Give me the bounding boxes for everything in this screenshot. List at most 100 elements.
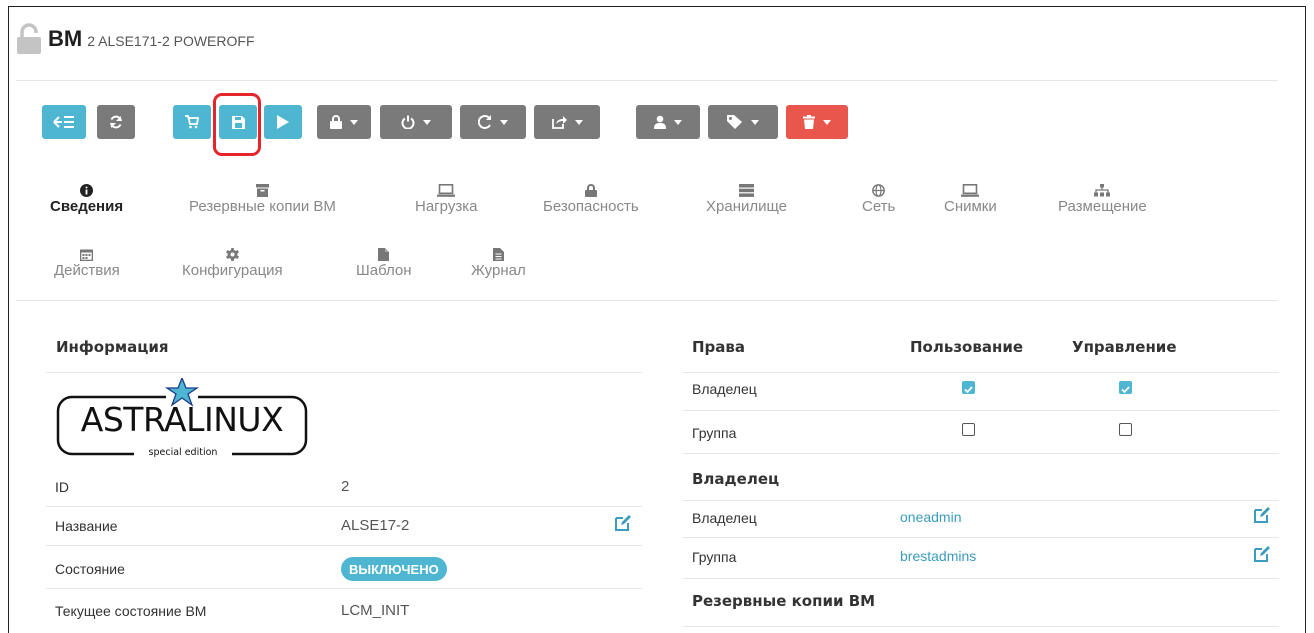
reboot-icon [478, 115, 491, 129]
group-link[interactable]: brestadmins [900, 548, 976, 564]
info-icon [80, 184, 94, 197]
user-dropdown[interactable] [636, 105, 700, 139]
chevron-down-icon [350, 119, 358, 125]
calendar-icon [80, 249, 94, 261]
group-manage-checkbox[interactable] [1119, 423, 1132, 436]
tab-storage[interactable]: Хранилище [706, 184, 787, 215]
ownership-label-owner: Владелец [692, 510, 757, 526]
back-list-icon [53, 116, 74, 128]
tab-label: Размещение [1058, 198, 1147, 215]
page-title: ВМ [48, 26, 83, 51]
file-icon [378, 248, 390, 261]
status-badge: ВЫКЛЮЧЕНО [341, 557, 447, 581]
power-dropdown[interactable] [380, 105, 452, 139]
group-use-checkbox[interactable] [962, 423, 975, 436]
deploy-button[interactable] [173, 105, 211, 139]
divider [683, 372, 1279, 373]
lock-icon [330, 115, 342, 129]
check-icon [964, 386, 973, 394]
tab-info[interactable]: Сведения [50, 184, 123, 215]
backups-title: Резервные копии ВМ [692, 592, 876, 610]
tab-log[interactable]: Журнал [471, 248, 526, 279]
tab-label: Нагрузка [415, 198, 478, 215]
save-button-highlight [213, 93, 261, 156]
tab-label: Сведения [50, 198, 124, 215]
tabs-divider [16, 300, 1278, 301]
permissions-col-manage: Управление [1072, 338, 1177, 356]
chevron-down-icon [574, 119, 583, 125]
info-label-lcm-state: Текущее состояние ВМ [55, 603, 207, 619]
ownership-title: Владелец [692, 470, 780, 488]
reboot-dropdown[interactable] [460, 105, 526, 139]
chevron-down-icon [823, 119, 831, 125]
tab-snapshots[interactable]: Снимки [944, 184, 997, 215]
laptop-icon [437, 184, 456, 197]
divider [46, 545, 642, 546]
info-value-name: ALSE17-2 [341, 517, 410, 534]
share-icon [551, 116, 567, 129]
tag-icon [727, 115, 742, 129]
file-text-icon [492, 248, 504, 261]
tab-load[interactable]: Нагрузка [415, 184, 477, 215]
info-value-lcm-state: LCM_INIT [341, 602, 410, 619]
storage-icon [739, 184, 754, 197]
owner-use-checkbox[interactable] [962, 381, 975, 394]
info-label-state: Состояние [55, 561, 125, 577]
tab-label: Резервные копии ВМ [189, 198, 336, 215]
page-subtitle: 2 ALSE171-2 POWEROFF [87, 33, 255, 49]
refresh-button[interactable] [97, 105, 135, 139]
trash-icon [803, 115, 815, 129]
info-section-title: Информация [56, 338, 169, 356]
lock-icon [584, 184, 597, 197]
divider [46, 372, 642, 373]
info-label-name: Название [55, 518, 118, 534]
tab-backups[interactable]: Резервные копии ВМ [189, 184, 336, 215]
tab-label: Шаблон [356, 262, 412, 279]
chevron-down-icon [423, 119, 431, 125]
divider [683, 626, 1279, 627]
tab-label: Журнал [471, 262, 526, 279]
edit-icon[interactable] [615, 515, 631, 531]
divider [46, 588, 642, 589]
cog-icon [225, 248, 239, 261]
sitemap-icon [1094, 184, 1111, 197]
lock-dropdown[interactable] [317, 105, 371, 139]
globe-icon [872, 184, 886, 197]
tab-placement[interactable]: Размещение [1058, 184, 1147, 215]
tab-security[interactable]: Безопасность [543, 184, 639, 215]
archive-icon [255, 184, 269, 197]
share-dropdown[interactable] [534, 105, 600, 139]
tag-dropdown[interactable] [708, 105, 778, 139]
info-label-id: ID [55, 479, 69, 495]
chevron-down-icon [674, 119, 682, 125]
tab-configuration[interactable]: Конфигурация [182, 248, 283, 279]
edit-icon[interactable] [1254, 507, 1270, 523]
ownership-label-group: Группа [692, 549, 737, 565]
tab-template[interactable]: Шаблон [356, 248, 412, 279]
play-button[interactable] [264, 105, 302, 139]
vm-detail-panel [8, 6, 1306, 633]
play-icon [277, 115, 289, 129]
permissions-col-use: Пользование [910, 338, 1024, 356]
tab-actions[interactable]: Действия [54, 248, 120, 279]
page-header: ВМ 2 ALSE171-2 POWEROFF [16, 22, 255, 56]
delete-dropdown[interactable] [786, 105, 848, 139]
check-icon [1121, 386, 1130, 394]
tab-label: Снимки [944, 198, 997, 215]
tab-label: Конфигурация [182, 262, 283, 279]
divider [683, 537, 1279, 538]
permissions-title: Права [692, 338, 746, 356]
tab-network[interactable]: Сеть [862, 184, 895, 215]
info-value-id: 2 [341, 478, 350, 495]
owner-link[interactable]: oneadmin [900, 509, 962, 525]
divider [683, 578, 1279, 579]
divider [683, 500, 1279, 501]
owner-manage-checkbox[interactable] [1119, 381, 1132, 394]
header-divider [16, 80, 1278, 81]
laptop-icon [961, 184, 980, 197]
edit-icon[interactable] [1254, 546, 1270, 562]
unlock-icon[interactable] [16, 23, 42, 55]
tab-label: Сеть [862, 198, 896, 215]
chevron-down-icon [500, 119, 508, 125]
back-to-list-button[interactable] [42, 105, 86, 139]
